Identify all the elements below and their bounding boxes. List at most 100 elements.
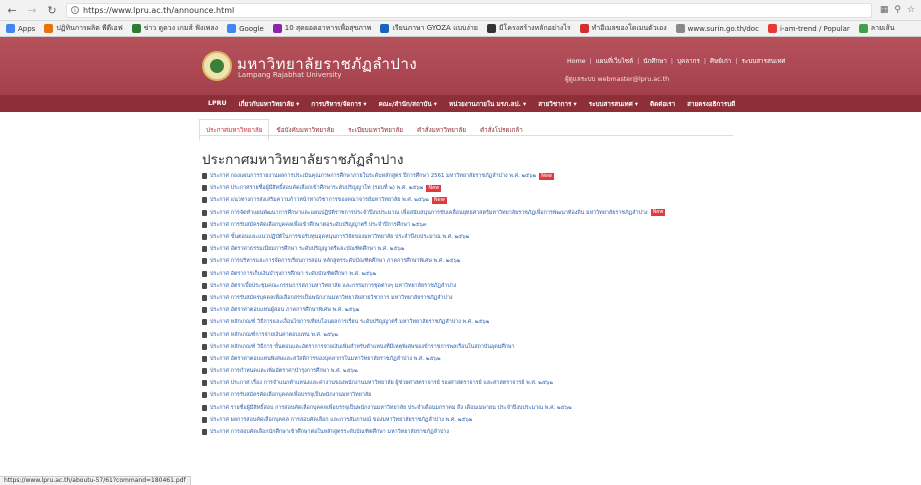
announcement-link[interactable]: ประกาศ หลักเกณฑ์การจ่ายเงินค่าตอบแทน พ.ศ… — [210, 331, 338, 339]
site-header: มหาวิทยาลัยราชภัฏลำปาง Lampang Rajabhat … — [0, 37, 921, 95]
back-arrow-icon[interactable]: ← — [6, 3, 18, 17]
address-bar[interactable]: i https://www.lpru.ac.th/announce.html — [66, 2, 872, 18]
bookmark-item[interactable]: ปฏิทินการผลิต พีดีเอฟ — [44, 23, 123, 34]
main-nav-item[interactable]: สายวิชาการ ▾ — [538, 99, 577, 109]
bookmark-item[interactable]: ข่าว ดูดวง เกมส์ ฟังเพลง — [131, 23, 218, 34]
announcement-link[interactable]: ประกาศ กองแผนการรายงานผลการประเมินคุณภาพ… — [210, 172, 536, 180]
announcement-link[interactable]: ประกาศ แนวทางการส่งเสริมความก้าวหน้าทางว… — [210, 196, 429, 204]
announcement-link[interactable]: ประกาศ การรับสมัครบุคคลเพื่อเลือกสรรเป็น… — [210, 294, 453, 302]
document-icon — [202, 173, 207, 180]
link-separator: | — [670, 57, 674, 65]
document-icon — [202, 307, 207, 314]
bookmark-item[interactable]: 10 สุดยอดอาหารเพื่อสุขภาพ — [272, 23, 372, 34]
announcement-link[interactable]: ประกาศ หลักเกณฑ์ วิธีการ ขั้นตอนและอัตรา… — [210, 343, 515, 351]
bookmark-label: Google — [239, 24, 264, 33]
utility-link[interactable]: แผนที่เว็บไซต์ — [596, 56, 633, 66]
announcement-link[interactable]: ประกาศ การกำหนดและเพิ่มอัตราค่าบำรุงการศ… — [210, 367, 358, 375]
document-icon — [202, 209, 207, 216]
bookmark-item[interactable]: Google — [227, 24, 264, 33]
announcement-link[interactable]: ประกาศ อัตราการเก็บเงินบำรุงการศึกษา ระด… — [210, 270, 376, 278]
bookmark-item[interactable]: ทำอีเมลของโดเมนตัวเอง — [579, 23, 667, 34]
document-icon — [202, 343, 207, 350]
document-icon — [202, 368, 207, 375]
announcement-link[interactable]: ประกาศ การสอบคัดเลือกนักศึกษาเข้าศึกษาต่… — [210, 428, 449, 436]
bookmark-item[interactable]: Apps — [6, 24, 35, 33]
main-nav-item[interactable]: การบริหาร/จัดการ ▾ — [311, 99, 366, 109]
star-icon[interactable]: ☆ — [907, 5, 915, 15]
announcement-link[interactable]: ประกาศ ประกาศ เรื่อง การจำแนกตำแหน่งและค… — [210, 379, 553, 387]
document-icon — [202, 270, 207, 277]
webmaster-contact[interactable]: ผู้ดูแลระบบ webmaster@lpru.ac.th — [565, 74, 669, 84]
announcement-item: ประกาศ กองแผนการรายงานผลการประเมินคุณภาพ… — [202, 170, 762, 182]
tab-item[interactable]: ข้อบังคับมหาวิทยาลัย — [269, 119, 341, 141]
document-icon — [202, 294, 207, 301]
bookmark-icon — [579, 24, 589, 33]
bookmark-item[interactable]: เรียนภาษา GYOZA แบบง่าย — [380, 23, 478, 34]
link-separator: | — [735, 57, 738, 65]
announcement-item: ประกาศ การรับสมัครคัดเลือกบุคคลเพื่อบรรจ… — [202, 389, 762, 401]
announcement-item: ประกาศ หลักเกณฑ์การจ่ายเงินค่าตอบแทน พ.ศ… — [202, 328, 762, 340]
bookmark-label: 10 สุดยอดอาหารเพื่อสุขภาพ — [284, 24, 372, 32]
tab-item[interactable]: ประกาศมหาวิทยาลัย — [199, 119, 270, 141]
new-badge: New — [426, 184, 442, 192]
document-icon — [202, 197, 207, 204]
announcement-link[interactable]: ประกาศ ผลการสอบคัดเลือกบุคคล การสอบคัดเล… — [210, 416, 472, 424]
bookmark-item[interactable]: มีโครงสร้างหลักอย่างไร — [486, 23, 571, 34]
utility-link[interactable]: ศิษย์เก่า — [710, 56, 731, 66]
main-nav-item[interactable]: ติดต่อเรา — [650, 99, 675, 109]
announcement-link[interactable]: ประกาศ หลักเกณฑ์ วิธีการและเงื่อนไขการเท… — [210, 318, 489, 326]
main-nav-item[interactable]: สายตรงอธิการบดี — [687, 99, 735, 109]
document-icon — [202, 282, 207, 289]
utility-link[interactable]: นักศึกษา — [643, 56, 667, 66]
main-nav-item[interactable]: คณะ/สำนัก/สถาบัน ▾ — [379, 99, 437, 109]
announcement-link[interactable]: ประกาศ การจัดทำแผนพัฒนาการศึกษาและแผนปฏิ… — [210, 209, 648, 217]
main-nav-item[interactable]: LPRU — [208, 100, 227, 107]
main-nav-item[interactable]: หน่วยงานภายใน มรภ.ลป. ▾ — [449, 99, 526, 109]
announcement-link[interactable]: ประกาศ อัตราค่าตอบแทนพิเศษและสวัสดิการขอ… — [210, 355, 441, 363]
bookmark-item[interactable]: i-am-trend / Popular — [767, 24, 850, 33]
announcement-item: ประกาศ หลักเกณฑ์ วิธีการและเงื่อนไขการเท… — [202, 316, 762, 328]
bookmark-item[interactable]: ลายเส้น — [858, 23, 895, 34]
utility-link[interactable]: ระบบสารสนเทศ — [741, 56, 785, 66]
main-nav-item[interactable]: เกี่ยวกับมหาวิทยาลัย ▾ — [239, 99, 300, 109]
apps-grid-icon — [6, 24, 15, 33]
announcement-link[interactable]: ประกาศ ขั้นตอนและแนวปฏิบัติในการขอรับทุน… — [210, 233, 469, 241]
university-logo[interactable] — [202, 51, 232, 81]
site-subtitle: Lampang Rajabhat University — [238, 71, 342, 79]
browser-toolbar: ← → ↻ i https://www.lpru.ac.th/announce.… — [0, 0, 921, 21]
bookmark-item[interactable]: www.surin.go.th/doc — [675, 24, 759, 33]
announcement-item: ประกาศ อัตราเบี้ยประชุมคณะกรรมการสภามหาว… — [202, 280, 762, 292]
bookmarks-bar: Apps ปฏิทินการผลิต พีดีเอฟ ข่าว ดูดวง เกมส… — [0, 21, 921, 37]
tab-item[interactable]: คำสั่งโปรดเกล้า — [473, 119, 530, 141]
tab-item[interactable]: คำสั่งมหาวิทยาลัย — [410, 119, 473, 141]
zoom-icon[interactable]: ⚲ — [894, 5, 901, 15]
announcement-link[interactable]: ประกาศ อัตราเบี้ยประชุมคณะกรรมการสภามหาว… — [210, 282, 456, 290]
bookmark-label: ปฏิทินการผลิต พีดีเอฟ — [56, 24, 123, 32]
bookmark-label: ทำอีเมลของโดเมนตัวเอง — [591, 24, 667, 32]
announcement-link[interactable]: ประกาศ อัตราค่าตอบแทนผู้สอน ภาคการศึกษาพ… — [210, 306, 359, 314]
announcement-link[interactable]: ประกาศ อัตราค่าธรรมเนียมการศึกษา ระดับปร… — [210, 245, 404, 253]
announcement-link[interactable]: ประกาศ ประกาศรายชื่อผู้มีสิทธิ์สอบคัดเลื… — [210, 184, 423, 192]
utility-link[interactable]: บุคลากร — [677, 56, 700, 66]
bookmark-icon — [44, 24, 54, 33]
announcement-link[interactable]: ประกาศ การบริหารและการจัดการเรียนการสอน … — [210, 257, 460, 265]
web-page: มหาวิทยาลัยราชภัฏลำปาง Lampang Rajabhat … — [0, 37, 921, 485]
google-icon — [227, 24, 237, 33]
forward-arrow-icon[interactable]: → — [26, 3, 38, 17]
announcement-link[interactable]: ประกาศ การรับสมัครคัดเลือกบุคคลเพื่อเข้า… — [210, 221, 426, 229]
utility-link[interactable]: Home — [567, 58, 586, 65]
document-icon — [202, 319, 207, 326]
announcement-link[interactable]: ประกาศ การรับสมัครคัดเลือกบุคคลเพื่อบรรจ… — [210, 391, 371, 399]
document-icon — [202, 392, 207, 399]
main-nav-item[interactable]: ระบบสารสนเทศ ▾ — [589, 99, 638, 109]
translate-icon[interactable]: ▦ — [880, 5, 889, 15]
reload-icon[interactable]: ↻ — [46, 3, 58, 17]
info-icon[interactable]: i — [71, 6, 79, 14]
document-icon — [202, 355, 207, 362]
utility-links: Home | แผนที่เว็บไซต์ | นักศึกษา | บุคลากร | ศิษ… — [567, 56, 785, 66]
tab-item[interactable]: ระเบียบมหาวิทยาลัย — [341, 119, 410, 141]
announcement-item: ประกาศ ประกาศรายชื่อผู้มีสิทธิ์สอบคัดเลื… — [202, 182, 762, 194]
announcement-link[interactable]: ประกาศ รายชื่อผู้มีสิทธิ์สอบ การสอบคัดเล… — [210, 404, 572, 412]
url-text: https://www.lpru.ac.th/announce.html — [83, 5, 235, 15]
bookmark-icon — [272, 24, 282, 33]
